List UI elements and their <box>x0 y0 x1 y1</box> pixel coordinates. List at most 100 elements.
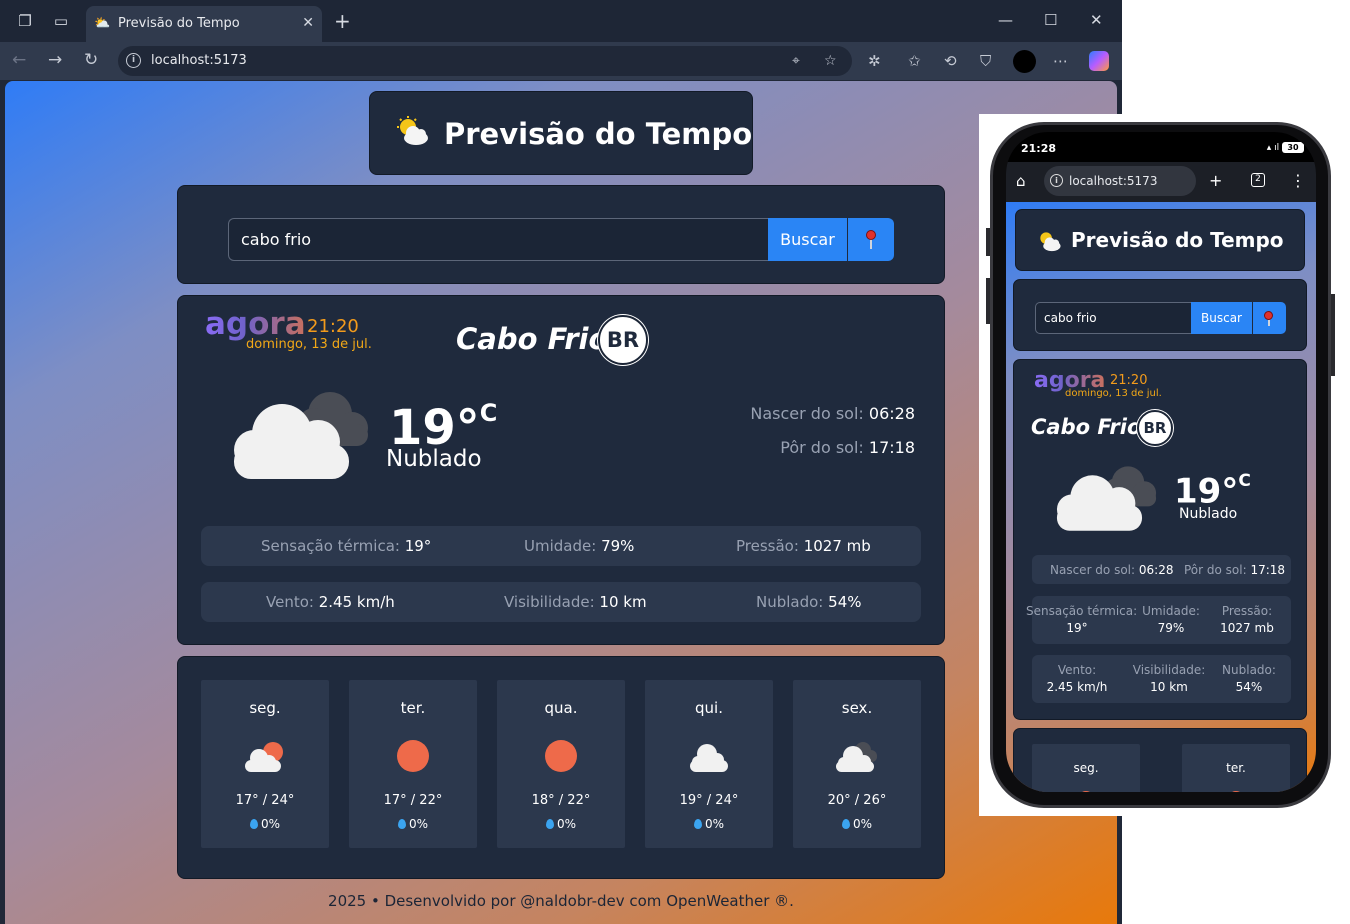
phone-forecast-day: seg. <box>1032 744 1140 792</box>
sun-icon <box>1228 791 1244 792</box>
phone-address-bar[interactable]: i localhost:5173 <box>1044 166 1196 196</box>
phone-forecast-card: seg. ter. <box>1013 728 1307 792</box>
maximize-button[interactable]: ☐ <box>1044 10 1057 30</box>
phone-weather-card: agora 21:20 domingo, 13 de jul. Cabo Fri… <box>1013 359 1307 720</box>
page-title: Previsão do Tempo <box>444 117 753 151</box>
phone-screen: 21:28 ▴ ıl 30 ⌂ i localhost:5173 + 2 ⋮ P… <box>1006 132 1316 792</box>
browser-essentials-icon[interactable]: ⛉ <box>980 51 991 71</box>
phone-weather-page: Previsão do Tempo Buscar agora 21:20 dom… <box>1006 202 1316 792</box>
partly-cloudy-icon <box>245 742 283 772</box>
tab-bar: ❐ ▭ ⛅ Previsão do Tempo ✕ + — ☐ ✕ <box>0 0 1122 42</box>
visibility-value: 10 km <box>599 593 647 611</box>
home-icon[interactable]: ⌂ <box>1016 172 1026 190</box>
raindrop-icon <box>545 819 554 829</box>
tab-favicon-icon: ⛅ <box>94 16 111 31</box>
phone-sunset-time: 17:18 <box>1250 563 1286 577</box>
phone-pressure-value: 1027 mb <box>1220 621 1274 635</box>
wind-label: Vento: <box>266 593 314 611</box>
history-icon[interactable]: ⟲ <box>944 51 957 71</box>
app-title-card: Previsão do Tempo <box>369 91 753 175</box>
phone-sunset-label: Pôr do sol: <box>1184 563 1247 577</box>
phone-side-button <box>1331 294 1335 376</box>
forecast-temps: 19° / 24° <box>679 793 739 808</box>
more-options-icon[interactable]: ⋯ <box>1053 51 1068 71</box>
new-tab-button[interactable]: + <box>334 10 351 32</box>
raindrop-icon <box>397 819 406 829</box>
site-info-icon[interactable]: i <box>1050 174 1063 187</box>
phone-humidity-label: Umidade: <box>1142 604 1200 618</box>
workspaces-icon[interactable]: ❐ <box>16 12 34 30</box>
forecast-day-name: ter. <box>400 699 426 717</box>
sunrise-label: Nascer do sol: <box>750 404 864 423</box>
phone-search-button[interactable]: Buscar <box>1191 302 1252 334</box>
current-location-button[interactable] <box>848 218 894 261</box>
phone-browser-bar: ⌂ i localhost:5173 + 2 ⋮ <box>1006 162 1316 202</box>
back-button[interactable]: ← <box>12 50 26 70</box>
phone-new-tab-icon[interactable]: + <box>1209 171 1222 191</box>
raindrop-icon <box>249 819 258 829</box>
browser-tab[interactable]: ⛅ Previsão do Tempo ✕ <box>86 6 322 42</box>
weather-app-page: Previsão do Tempo Buscar agora 21:20 dom… <box>5 81 1117 924</box>
phone-temperature-unit: C <box>1238 471 1251 491</box>
phone-tabs-count[interactable]: 2 <box>1251 173 1265 187</box>
phone-sun-row: Nascer do sol: 06:28 Pôr do sol: 17:18 <box>1032 555 1291 584</box>
feels-like-label: Sensação térmica: <box>261 537 400 555</box>
browser-toolbar: ← → ↻ i localhost:5173 ⌖ ☆ ✲ ✩ ⟲ ⛉ ⋯ <box>0 42 1122 80</box>
forecast-rain-value: 0% <box>260 817 281 831</box>
tab-title: Previsão do Tempo <box>118 16 240 31</box>
tab-actions-icon[interactable]: ▭ <box>52 12 70 30</box>
reload-button[interactable]: ↻ <box>84 50 98 70</box>
phone-wind-label: Vento: <box>1057 663 1097 677</box>
clouds-stat: Nublado: 54% <box>756 592 862 612</box>
wind-value: 2.45 km/h <box>318 593 395 611</box>
forecast-rain-value: 0% <box>852 817 873 831</box>
address-bar[interactable]: i localhost:5173 ⌖ ☆ <box>118 46 852 76</box>
forecast-temps: 18° / 22° <box>531 793 591 808</box>
forecast-rain: 0% <box>793 816 921 832</box>
phone-location-button[interactable] <box>1253 302 1286 334</box>
copilot-icon[interactable] <box>1089 51 1109 71</box>
phone-status-icons: ▴ ıl 30 <box>1267 142 1304 153</box>
profile-avatar[interactable] <box>1013 50 1036 73</box>
favorite-star-icon[interactable]: ☆ <box>824 52 837 70</box>
minimize-button[interactable]: — <box>998 10 1013 30</box>
sunrise-time: 06:28 <box>868 404 915 423</box>
close-window-button[interactable]: ✕ <box>1090 10 1103 30</box>
visibility-label: Visibilidade: <box>504 593 595 611</box>
phone-clouds-stat: Nublado: 54% <box>1208 662 1290 696</box>
temperature-unit: C <box>479 399 498 427</box>
phone-city-name: Cabo Frio <box>1031 415 1142 439</box>
phone-forecast-day-name: seg. <box>1073 761 1099 775</box>
search-button[interactable]: Buscar <box>768 218 847 261</box>
phone-stats-row-1: Sensação térmica: 19° Umidade: 79% Pressão… <box>1026 596 1291 644</box>
sunset-info: Pôr do sol: 17:18 <box>780 438 915 458</box>
phone-pressure-label: Pressão: <box>1221 604 1273 618</box>
phone-wind-value: 2.45 km/h <box>1046 680 1108 694</box>
site-info-icon[interactable]: i <box>126 53 141 68</box>
forecast-day-name: qui. <box>695 699 723 717</box>
visibility-stat: Visibilidade: 10 km <box>504 592 647 612</box>
phone-clouds-label: Nublado: <box>1222 663 1276 677</box>
phone-humidity-stat: Umidade: 79% <box>1126 603 1216 637</box>
stats-row-1: Sensação térmica: 19° Umidade: 79% Press… <box>201 526 921 566</box>
phone-sunrise-label: Nascer do sol: <box>1050 563 1136 577</box>
wind-stat: Vento: 2.45 km/h <box>266 592 395 612</box>
phone-city-search-input[interactable] <box>1035 302 1192 334</box>
forecast-temps: 17° / 22° <box>383 793 443 808</box>
phone-menu-icon[interactable]: ⋮ <box>1290 171 1306 191</box>
forward-button[interactable]: → <box>48 50 62 70</box>
phone-current-time: 21:20 <box>1110 373 1148 388</box>
city-search-input[interactable] <box>228 218 769 261</box>
current-time: 21:20 <box>307 316 359 337</box>
favorites-icon[interactable]: ✩ <box>908 51 921 71</box>
raindrop-icon <box>693 819 702 829</box>
location-permission-icon[interactable]: ⌖ <box>792 52 800 70</box>
extensions-icon[interactable]: ✲ <box>868 51 881 71</box>
clouds-value: 54% <box>828 593 862 611</box>
forecast-temps: 17° / 24° <box>235 793 295 808</box>
forecast-day-name: qua. <box>544 699 578 717</box>
tab-close-icon[interactable]: ✕ <box>302 14 314 32</box>
humidity-value: 79% <box>601 537 635 555</box>
phone-side-button <box>986 278 990 324</box>
forecast-day: qua. 18° / 22° 0% <box>497 680 625 848</box>
